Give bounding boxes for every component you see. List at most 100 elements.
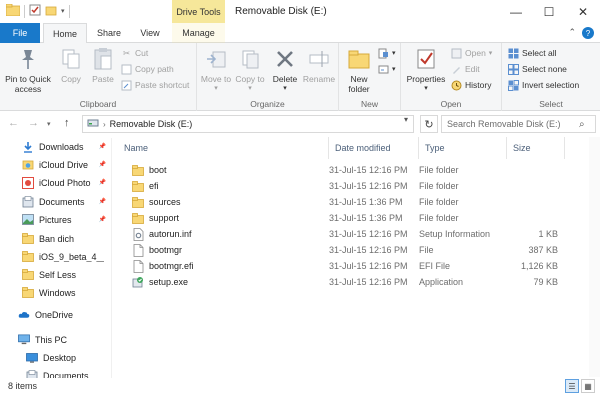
properties-button[interactable]: Properties ▾ bbox=[405, 46, 447, 94]
navigation-pane: Downloads 📌 iCloud Drive 📌 iCloud Photo 📌 Docu… bbox=[0, 138, 112, 378]
select-group: Select all Select none Invert selection … bbox=[502, 43, 600, 111]
sidebar-item-this-pc[interactable]: This PC bbox=[0, 331, 111, 348]
sidebar-item-self-less[interactable]: Self Less bbox=[0, 266, 111, 283]
invert-selection-button[interactable]: Invert selection bbox=[508, 78, 579, 92]
new-item-icon bbox=[378, 48, 389, 59]
file-name-cell: bootmgr.efi bbox=[132, 259, 194, 273]
refresh-icon: ↻ bbox=[424, 118, 434, 131]
cut-button[interactable]: ✂ Cut bbox=[121, 46, 148, 60]
details-view-button[interactable]: ☰ bbox=[565, 379, 579, 393]
history-clock-icon bbox=[451, 80, 462, 91]
sidebar-item-label: iOS_9_beta_4__iF bbox=[39, 251, 104, 262]
search-icon[interactable]: ⌕ bbox=[579, 119, 585, 130]
recent-locations-dropdown-icon[interactable]: ▾ bbox=[47, 120, 51, 128]
back-arrow-icon[interactable]: ← bbox=[8, 117, 19, 129]
tab-home[interactable]: Home bbox=[43, 23, 87, 44]
column-header-date[interactable]: Date modified bbox=[329, 137, 419, 159]
settings-file-icon bbox=[132, 227, 144, 241]
file-row[interactable]: bootmgr 31-Jul-15 12:16 PM File 387 KB bbox=[118, 242, 578, 258]
sidebar-item-onedrive[interactable]: OneDrive bbox=[0, 306, 111, 323]
search-box[interactable]: ⌕ bbox=[441, 115, 596, 133]
new-folder-button[interactable]: New folder bbox=[343, 46, 375, 94]
tab-manage[interactable]: Manage bbox=[172, 23, 225, 43]
history-button[interactable]: History bbox=[451, 78, 491, 92]
copy-path-button[interactable]: Copy path bbox=[121, 62, 174, 76]
file-row[interactable]: boot 31-Jul-15 12:16 PM File folder bbox=[118, 162, 578, 178]
pin-to-quick-access-button[interactable]: Pin to Quick access bbox=[3, 46, 53, 94]
folder-icon bbox=[132, 164, 144, 176]
maximize-button[interactable]: ☐ bbox=[534, 0, 564, 23]
select-none-button[interactable]: Select none bbox=[508, 62, 567, 76]
file-row[interactable]: efi 31-Jul-15 12:16 PM File folder bbox=[118, 178, 578, 194]
move-to-button[interactable]: Move to ▾ bbox=[200, 46, 232, 94]
sidebar-item-icloud-photo[interactable]: iCloud Photo 📌 bbox=[0, 174, 111, 191]
sidebar-item-windows[interactable]: Windows bbox=[0, 284, 111, 301]
removable-drive-icon bbox=[87, 118, 99, 130]
column-header-type[interactable]: Type bbox=[419, 137, 507, 159]
edit-button[interactable]: Edit bbox=[451, 62, 480, 76]
new-folder-icon[interactable] bbox=[45, 4, 57, 18]
new-item-button[interactable]: ▾ bbox=[378, 46, 396, 60]
sidebar-item-downloads[interactable]: Downloads 📌 bbox=[0, 138, 111, 155]
refresh-button[interactable]: ↻ bbox=[420, 115, 438, 133]
computer-icon bbox=[18, 334, 30, 346]
sidebar-item-desktop[interactable]: Desktop bbox=[0, 349, 111, 366]
file-name-cell: setup.exe bbox=[132, 276, 188, 288]
paste-button[interactable]: Paste bbox=[88, 46, 118, 84]
help-icon[interactable]: ? bbox=[582, 27, 594, 39]
open-button[interactable]: Open ▾ bbox=[451, 46, 492, 60]
paste-shortcut-button[interactable]: Paste shortcut bbox=[121, 78, 189, 92]
file-row[interactable]: bootmgr.efi 31-Jul-15 12:16 PM EFI File 1,1… bbox=[118, 258, 578, 274]
sidebar-item-documents[interactable]: Documents bbox=[0, 367, 111, 378]
expand-ribbon-icon[interactable]: ⌃ bbox=[568, 27, 576, 38]
forward-arrow-icon[interactable]: → bbox=[28, 117, 39, 129]
easy-access-button[interactable]: ▾ bbox=[378, 62, 396, 76]
large-icons-view-button[interactable]: ▦ bbox=[581, 379, 595, 393]
minimize-button[interactable]: — bbox=[501, 0, 531, 23]
breadcrumb-current[interactable]: Removable Disk (E:) bbox=[110, 119, 193, 129]
paste-shortcut-icon bbox=[121, 80, 132, 91]
tab-share[interactable]: Share bbox=[90, 23, 128, 43]
customize-toolbar-dropdown-icon[interactable]: ▾ bbox=[61, 7, 65, 15]
up-arrow-icon[interactable]: ↑ bbox=[64, 117, 70, 129]
file-name-cell: autorun.inf bbox=[132, 227, 192, 241]
file-type: File folder bbox=[419, 165, 459, 175]
sidebar-item-icloud-drive[interactable]: iCloud Drive 📌 bbox=[0, 156, 111, 173]
file-row[interactable]: setup.exe 31-Jul-15 12:16 PM Application 79… bbox=[118, 274, 578, 290]
tab-view[interactable]: View bbox=[131, 23, 169, 43]
search-input[interactable] bbox=[447, 119, 579, 129]
file-name: bootmgr bbox=[149, 245, 183, 255]
column-header-size[interactable]: Size bbox=[507, 137, 565, 159]
copy-to-button[interactable]: Copy to ▾ bbox=[234, 46, 266, 94]
pin-icon: 📌 bbox=[98, 180, 106, 186]
pictures-icon bbox=[22, 214, 34, 226]
quick-access-toolbar: ▾ bbox=[5, 3, 70, 18]
file-row[interactable]: autorun.inf 31-Jul-15 12:16 PM Setup Infor… bbox=[118, 226, 578, 242]
pin-icon: 📌 bbox=[98, 217, 106, 223]
sidebar-item-ios-9-beta-4-if[interactable]: iOS_9_beta_4__iF bbox=[0, 248, 111, 265]
details-view-icon: ☰ bbox=[568, 381, 576, 391]
file-row[interactable]: sources 31-Jul-15 1:36 PM File folder bbox=[118, 194, 578, 210]
column-header-name[interactable]: Name bbox=[118, 137, 329, 159]
pin-icon: 📌 bbox=[98, 144, 106, 150]
file-name: efi bbox=[149, 181, 159, 191]
address-bar[interactable]: › Removable Disk (E:) bbox=[82, 115, 414, 133]
tab-file[interactable]: File bbox=[0, 23, 40, 43]
sidebar-item-documents[interactable]: Documents 📌 bbox=[0, 193, 111, 210]
sidebar-item-pictures[interactable]: Pictures 📌 bbox=[0, 211, 111, 228]
delete-button[interactable]: Delete ▾ bbox=[269, 46, 301, 94]
copy-button[interactable]: Copy bbox=[56, 46, 86, 84]
select-all-button[interactable]: Select all bbox=[508, 46, 557, 60]
folder-icon bbox=[22, 269, 34, 281]
scissors-icon: ✂ bbox=[122, 47, 131, 58]
file-size: 1 KB bbox=[538, 229, 558, 239]
address-dropdown-icon[interactable]: ▾ bbox=[404, 115, 408, 124]
rename-button[interactable]: Rename bbox=[302, 46, 336, 84]
file-row[interactable]: support 31-Jul-15 1:36 PM File folder bbox=[118, 210, 578, 226]
sidebar-item-ban-dich[interactable]: Ban dich bbox=[0, 230, 111, 247]
breadcrumb-chevron-icon[interactable]: › bbox=[103, 120, 106, 129]
close-button[interactable]: ✕ bbox=[568, 0, 598, 23]
properties-check-icon[interactable] bbox=[29, 4, 41, 18]
file-list-scrollbar[interactable] bbox=[589, 137, 600, 377]
file-type: File bbox=[419, 245, 434, 255]
